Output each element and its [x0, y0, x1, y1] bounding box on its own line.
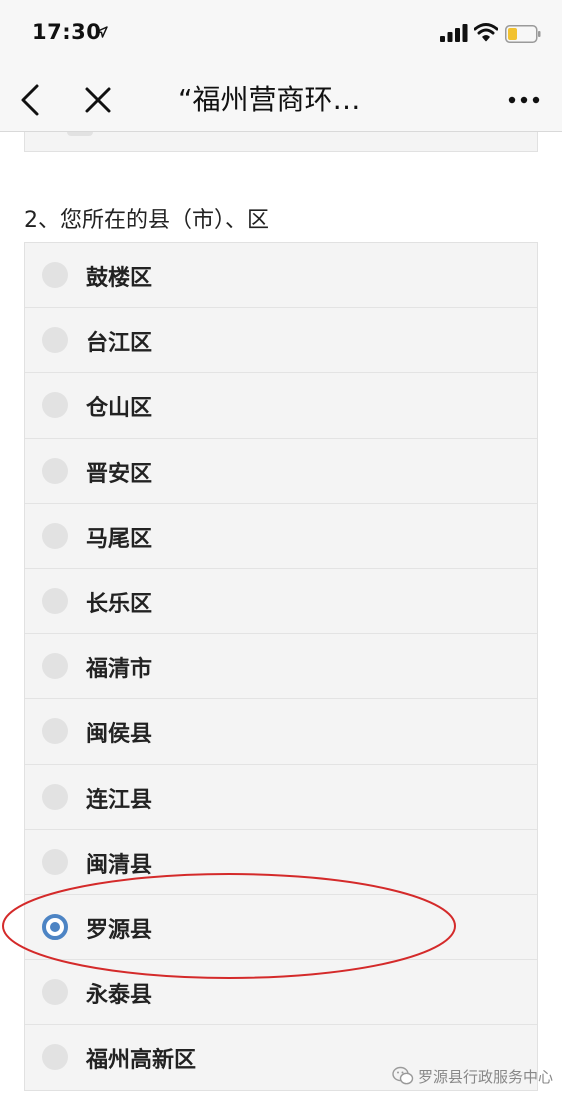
option-item[interactable]: 罗源县 — [25, 894, 537, 961]
radio-unchecked-icon[interactable] — [42, 979, 68, 1006]
option-label: 长乐区 — [86, 591, 153, 617]
wechat-logo-icon — [392, 1066, 414, 1085]
option-item[interactable]: 福清市 — [25, 634, 537, 700]
option-label: 闽侯县 — [86, 722, 153, 748]
option-label: 台江区 — [86, 331, 153, 357]
radio-unchecked-icon[interactable] — [42, 262, 68, 288]
status-bar: 17:30 — [0, 0, 562, 68]
option-label: 罗源县 — [86, 917, 153, 943]
option-label: 马尾区 — [86, 526, 153, 552]
option-label: 福清市 — [86, 657, 153, 683]
option-item[interactable]: 台江区 — [25, 308, 537, 374]
option-item[interactable]: 连江县 — [25, 764, 537, 830]
option-label: 仓山区 — [86, 396, 153, 422]
option-label: 连江县 — [86, 787, 153, 813]
more-button[interactable] — [506, 86, 542, 114]
option-item[interactable]: 仓山区 — [25, 373, 537, 439]
option-label: 永泰县 — [86, 983, 153, 1009]
radio-unchecked-icon[interactable] — [42, 327, 68, 354]
battery-icon — [505, 25, 541, 43]
watermark-text: 罗源县行政服务中心 — [418, 1067, 554, 1086]
radio-unchecked-icon[interactable] — [42, 457, 68, 484]
option-label: 鼓楼区 — [86, 266, 153, 291]
radio-checked-icon[interactable] — [42, 913, 68, 940]
wifi-icon — [474, 23, 498, 42]
option-item[interactable]: 永泰县 — [25, 960, 537, 1026]
radio-unchecked-icon[interactable] — [42, 392, 68, 419]
radio-unchecked-icon[interactable] — [42, 1044, 68, 1071]
back-button[interactable] — [14, 82, 50, 118]
radio-unchecked-icon[interactable] — [42, 848, 68, 875]
watermark: 罗源县行政服务中心 — [392, 1064, 553, 1088]
option-label: 福州高新区 — [86, 1048, 197, 1074]
question-title: 2、您所在的县（市）、区 — [24, 208, 269, 233]
more-dots-icon — [508, 96, 540, 104]
previous-radio-tail — [67, 132, 93, 136]
radio-unchecked-icon[interactable] — [42, 587, 68, 614]
page-title: “福州营商环… — [178, 83, 361, 116]
status-time: 17:30 — [32, 20, 102, 44]
radio-unchecked-icon[interactable] — [42, 718, 68, 745]
chevron-left-icon — [21, 84, 39, 116]
radio-unchecked-icon[interactable] — [42, 522, 68, 549]
option-label: 晋安区 — [86, 461, 153, 487]
radio-unchecked-icon[interactable] — [42, 783, 68, 810]
close-icon — [85, 87, 111, 113]
radio-unchecked-icon[interactable] — [42, 653, 68, 680]
location-arrow-icon — [96, 26, 108, 38]
option-item[interactable]: 马尾区 — [25, 503, 537, 569]
option-item[interactable]: 闽清县 — [25, 829, 537, 895]
option-item[interactable]: 鼓楼区 — [25, 243, 537, 309]
previous-option-tail — [24, 132, 538, 152]
option-list: 鼓楼区台江区仓山区晋安区马尾区长乐区福清市闽侯县连江县闽清县罗源县永泰县福州高新… — [24, 242, 538, 1092]
option-item[interactable]: 长乐区 — [25, 568, 537, 635]
cellular-signal-icon — [440, 24, 468, 42]
close-button[interactable] — [80, 82, 116, 118]
nav-bar: “福州营商环… — [0, 68, 562, 132]
survey-content: 2、您所在的县（市）、区 鼓楼区台江区仓山区晋安区马尾区长乐区福清市闽侯县连江县… — [0, 132, 562, 1100]
option-label: 闽清县 — [86, 852, 153, 878]
option-item[interactable]: 晋安区 — [25, 438, 537, 504]
option-item[interactable]: 闽侯县 — [25, 699, 537, 765]
